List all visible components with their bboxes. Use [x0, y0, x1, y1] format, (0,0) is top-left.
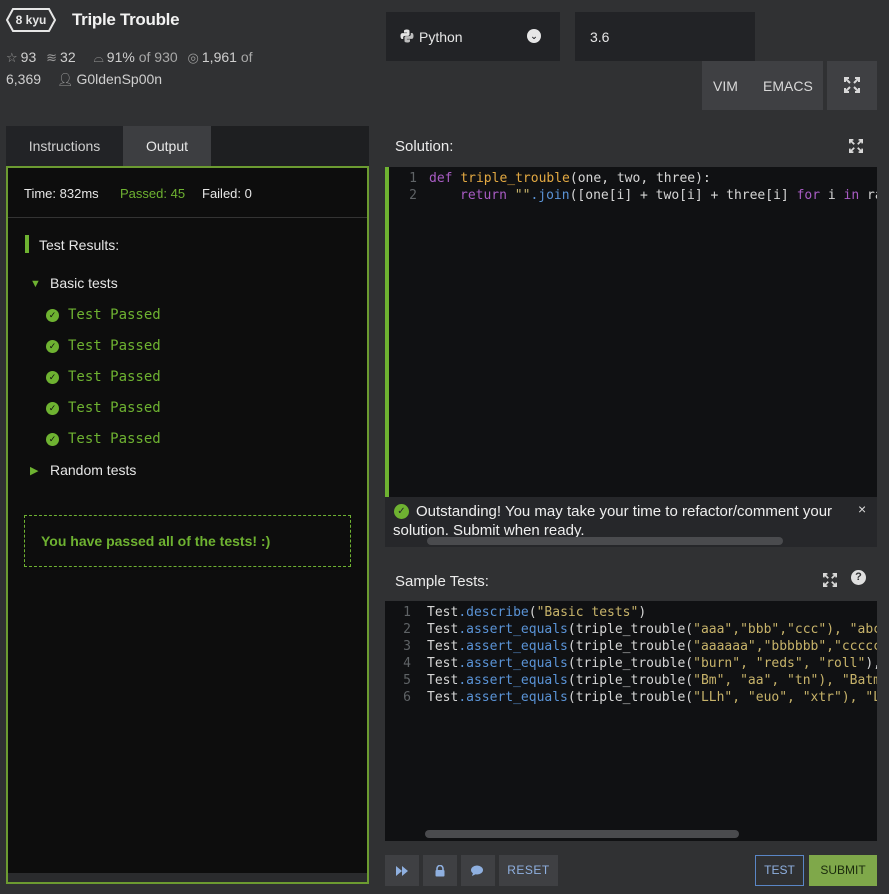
code-line: 2 return "".join([one[i] + two[i] + three…: [389, 188, 877, 205]
time-label: Time: 832ms: [24, 186, 99, 201]
collections-icon[interactable]: ≋: [46, 50, 57, 65]
test-result-text: Test Passed: [68, 338, 161, 354]
solution-code-editor[interactable]: 1 def triple_trouble(one, two, three): 2r…: [385, 167, 877, 547]
kyu-label: 8 kyu: [15, 13, 47, 27]
solution-title: Solution:: [395, 138, 454, 155]
sample-tests-title: Sample Tests:: [395, 573, 489, 590]
expand-icon: [844, 77, 860, 93]
help-icon[interactable]: ?: [851, 570, 866, 585]
author-name[interactable]: G0ldenSp00n: [76, 71, 162, 87]
tab-output[interactable]: Output: [123, 126, 211, 166]
test-result-text: Test Passed: [68, 431, 161, 447]
passed-count: Passed: 45: [120, 186, 186, 201]
random-tests-group[interactable]: Random tests: [50, 462, 136, 478]
fast-forward-icon: [396, 865, 408, 876]
language-select[interactable]: Python ⌄: [386, 12, 560, 61]
completed-total: 6,369: [6, 71, 42, 87]
satisfaction-votes: of 930: [138, 49, 178, 65]
code-line: 4 Test.assert_equals(triple_trouble("burn…: [403, 656, 877, 671]
results-marker: [25, 235, 29, 253]
expand-triangle-icon[interactable]: ▶: [30, 464, 38, 477]
python-icon: [400, 29, 414, 43]
language-label: Python: [419, 29, 463, 45]
check-circle-icon: ✓: [46, 309, 59, 322]
horizontal-scrollbar[interactable]: [8, 873, 367, 882]
test-button[interactable]: TEST: [755, 855, 804, 886]
horizontal-scrollbar[interactable]: [427, 537, 783, 545]
all-passed-message: You have passed all of the tests! :): [24, 515, 351, 567]
comments-icon: [471, 865, 483, 876]
user-icon: 👤︎: [56, 72, 74, 87]
tab-instructions[interactable]: Instructions: [6, 126, 123, 166]
kata-stats-row-1: ☆ 93 ≋ 32 ⌓ 91% of 930 ◎ 1,961 of: [6, 49, 253, 66]
stars-count: 93: [20, 49, 37, 65]
left-tabs: Instructions Output: [6, 126, 369, 166]
completed-icon: ◎: [187, 50, 199, 65]
success-notice-text: Outstanding! You may take your time to r…: [393, 503, 833, 539]
discourse-button[interactable]: [461, 855, 495, 886]
expand-icon[interactable]: [823, 573, 837, 587]
code-line: 5 Test.assert_equals(triple_trouble("Bm",…: [403, 673, 877, 688]
version-label: 3.6: [590, 29, 610, 45]
code-line: 1 Test.describe("Basic tests"): [403, 605, 647, 620]
completed-count: 1,961: [201, 49, 237, 65]
check-circle-icon: ✓: [46, 340, 59, 353]
collapse-triangle-icon[interactable]: ▼: [30, 278, 41, 290]
failed-count: Failed: 0: [202, 186, 252, 201]
sample-tests-header: Sample Tests: ?: [385, 561, 877, 601]
fullscreen-button[interactable]: [827, 61, 877, 110]
success-notice: ✓ Outstanding! You may take your time to…: [385, 497, 877, 547]
skip-button[interactable]: [385, 855, 419, 886]
submit-button[interactable]: SUBMIT: [809, 855, 877, 886]
collections-count: 32: [60, 49, 76, 65]
satisfaction-percent: 91%: [106, 49, 135, 65]
code-line: 6 Test.assert_equals(triple_trouble("LLh"…: [403, 690, 877, 705]
satisfaction-icon: ⌓: [93, 50, 104, 65]
kata-stats-row-2: 6,369 👤︎ G0ldenSp00n: [6, 71, 162, 88]
keybinding-modes: VIM EMACS: [702, 61, 823, 110]
sample-tests-editor[interactable]: 1 Test.describe("Basic tests") 2 Test.asse…: [385, 601, 877, 841]
test-results-heading: Test Results:: [39, 237, 120, 253]
check-circle-icon: ✓: [46, 402, 59, 415]
basic-tests-group[interactable]: Basic tests: [50, 275, 118, 291]
line-number: 1: [409, 171, 417, 186]
test-result-text: Test Passed: [68, 369, 161, 385]
completed-of: of: [240, 49, 253, 65]
reset-button[interactable]: RESET: [499, 855, 558, 886]
unlock-solutions-button[interactable]: [423, 855, 457, 886]
horizontal-scrollbar[interactable]: [425, 830, 739, 838]
solution-header: Solution:: [385, 126, 877, 167]
output-panel: Time: 832ms Passed: 45 Failed: 0 Test Re…: [6, 166, 369, 884]
code-line: 2 Test.assert_equals(triple_trouble("aaa"…: [403, 622, 877, 637]
kyu-rank-badge: 8 kyu: [6, 8, 56, 32]
emacs-mode-button[interactable]: EMACS: [763, 78, 813, 94]
close-icon[interactable]: ×: [858, 501, 866, 517]
check-circle-icon: ✓: [46, 433, 59, 446]
star-icon[interactable]: ☆: [6, 50, 18, 65]
test-result-text: Test Passed: [68, 307, 161, 323]
code-line: 1 def triple_trouble(one, two, three):: [389, 171, 711, 188]
check-circle-icon: ✓: [46, 371, 59, 384]
kata-title[interactable]: Triple Trouble: [72, 10, 180, 30]
expand-icon[interactable]: [849, 139, 863, 153]
line-number: 2: [409, 188, 417, 203]
code-line: 3 Test.assert_equals(triple_trouble("aaaa…: [403, 639, 877, 654]
version-select[interactable]: 3.6: [575, 12, 755, 61]
chevron-down-icon[interactable]: ⌄: [527, 29, 541, 43]
vim-mode-button[interactable]: VIM: [713, 78, 738, 94]
lock-icon: [435, 864, 445, 877]
test-result-text: Test Passed: [68, 400, 161, 416]
test-summary: Time: 832ms Passed: 45 Failed: 0: [8, 168, 367, 218]
